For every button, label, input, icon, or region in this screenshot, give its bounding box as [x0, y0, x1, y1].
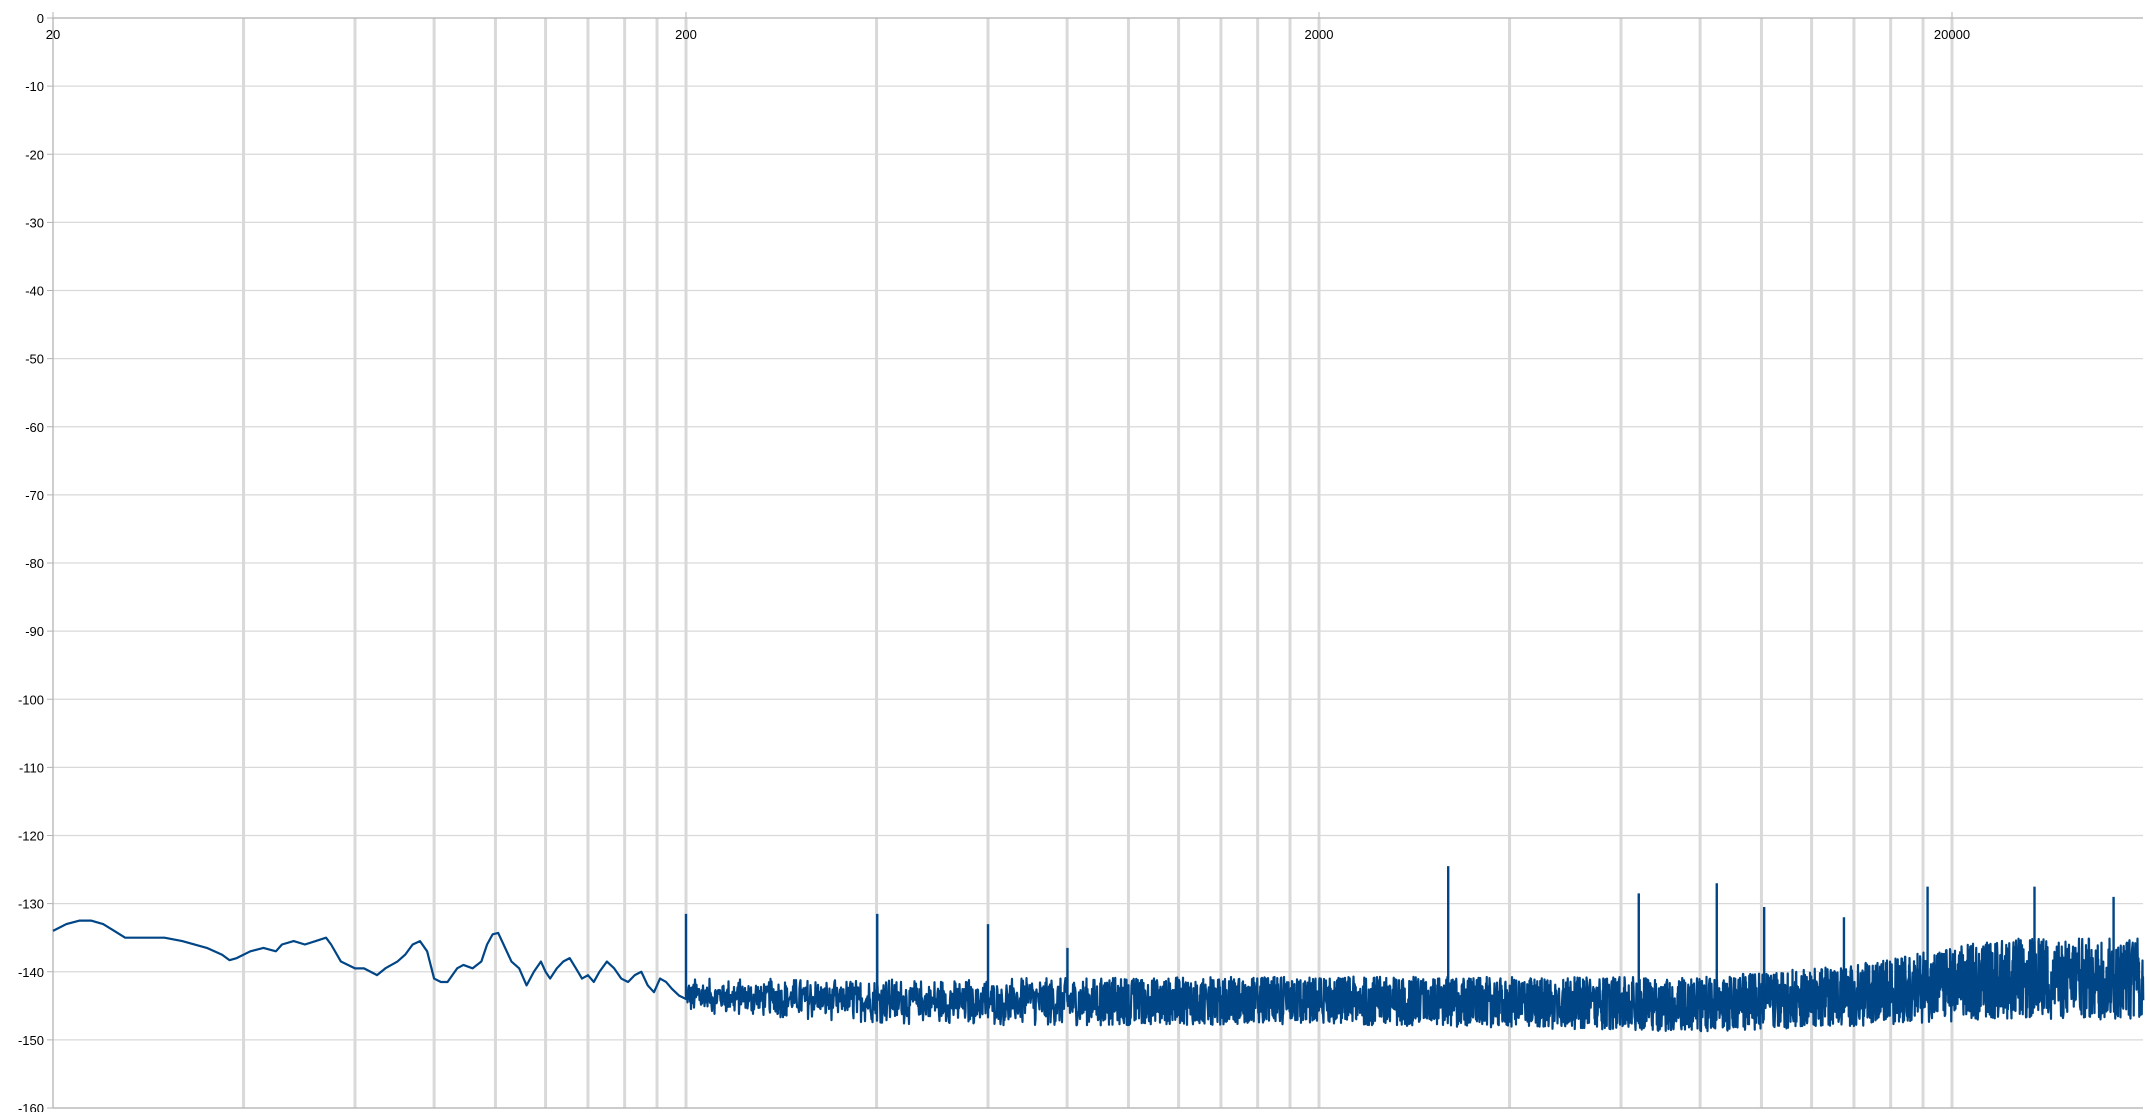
y-tick-label: -30	[25, 215, 44, 230]
y-tick-label: -10	[25, 79, 44, 94]
y-tick-label: -80	[25, 556, 44, 571]
series-layer	[52, 866, 2145, 1033]
x-tick-label: 2000	[1305, 27, 1334, 42]
y-tick-label: -50	[25, 352, 44, 367]
spectrum-line	[52, 919, 2145, 1033]
tick-label-layer: 0 -10 -20 -30 -40 -50 -60 -70 -80 -90 -100 -110 -120…	[18, 11, 1970, 1112]
x-tick-label: 20	[46, 27, 60, 42]
y-tick-label: -130	[18, 897, 44, 912]
y-tick-label: -120	[18, 829, 44, 844]
y-tick-label: -110	[19, 760, 44, 775]
y-tick-label: -20	[25, 147, 44, 162]
spectrum-chart: 0 -10 -20 -30 -40 -50 -60 -70 -80 -90 -100 -110 -120…	[0, 0, 2150, 1112]
grid-layer	[52, 17, 2143, 1109]
y-tick-label: -40	[25, 284, 44, 299]
y-tick-label: -60	[25, 420, 44, 435]
y-tick-label: -90	[25, 624, 44, 639]
y-tick-label: -70	[25, 488, 44, 503]
x-tick-label: 20000	[1934, 27, 1970, 42]
chart-svg: 0 -10 -20 -30 -40 -50 -60 -70 -80 -90 -100 -110 -120…	[18, 11, 2145, 1112]
y-tick-label: -100	[18, 692, 44, 707]
axis-layer	[47, 12, 2143, 1109]
y-tick-label: -160	[18, 1101, 44, 1112]
y-tick-label: -150	[18, 1033, 44, 1048]
y-tick-label: 0	[37, 11, 44, 26]
y-tick-label: -140	[18, 965, 44, 980]
x-tick-label: 200	[675, 27, 697, 42]
